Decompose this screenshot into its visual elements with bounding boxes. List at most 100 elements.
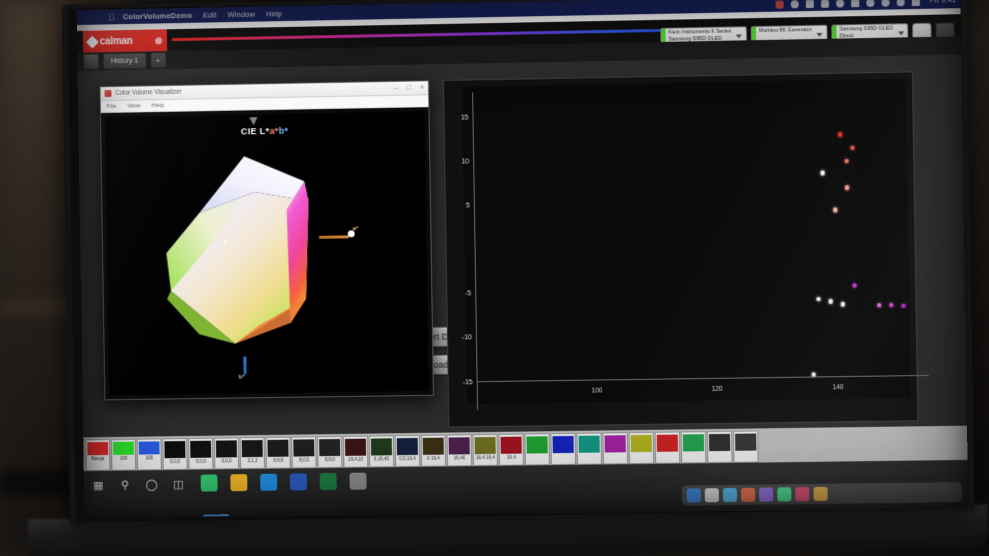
scatter-point [889, 303, 894, 308]
swatch-label: 100 [145, 455, 153, 460]
swatch-label: 16,4 16,4 [476, 454, 495, 459]
task-view-icon[interactable]: ◫ [172, 478, 185, 491]
status-record-icon[interactable] [775, 0, 783, 8]
swatch-cell[interactable] [655, 431, 681, 463]
tray-icon-7[interactable] [795, 487, 809, 501]
volume-icon[interactable] [821, 0, 829, 7]
circle-icon[interactable]: ◯ [145, 478, 158, 491]
tray-icon-3[interactable] [723, 488, 737, 502]
swatch-cell[interactable]: 0,16,40 [369, 435, 394, 467]
visualizer-title: Color Volume Visualizer [115, 89, 181, 97]
swatch-cell[interactable]: 8,8,0 [317, 436, 342, 468]
explorer-icon[interactable] [230, 474, 247, 491]
menu-item-edit[interactable]: Edit [203, 10, 217, 19]
y-tick-label: 15 [448, 114, 468, 121]
calman-icon[interactable] [349, 473, 366, 490]
swatch-cell[interactable]: 3,1,3 [240, 437, 265, 469]
swatch-cell[interactable] [733, 430, 759, 462]
windows-icon[interactable]: ▦ [92, 479, 105, 492]
calman-application: calman Klein Instruments K Series Samsung… [77, 8, 969, 519]
search-icon[interactable] [896, 0, 904, 6]
swatch-cell[interactable]: 16,40 [447, 434, 472, 466]
swatch-cell[interactable]: 0 16,4 [421, 435, 446, 467]
swatch-color [657, 434, 678, 451]
swatch-label: 8,8,0 [325, 457, 335, 462]
history-tab-1[interactable]: History 1 [103, 53, 146, 70]
swatch-color [578, 435, 599, 452]
search-icon[interactable]: ⚲ [118, 479, 131, 492]
y-axis [472, 92, 478, 410]
swatch-cell[interactable] [681, 431, 707, 463]
tray-icon-1[interactable] [687, 488, 701, 502]
swatch-color [500, 436, 521, 453]
wifi-icon[interactable] [866, 0, 874, 6]
swatch-control[interactable]: 100 [111, 439, 136, 471]
swatch-color [526, 436, 547, 453]
swatch-cell[interactable]: 0,0,0 [214, 437, 239, 469]
swatch-cell[interactable]: 16,4 [498, 434, 523, 466]
color-volume-solid [137, 147, 345, 355]
maximize-button[interactable]: □ [407, 85, 411, 92]
tray-icon-6[interactable] [777, 487, 791, 501]
swatch-cell[interactable] [550, 433, 576, 465]
battery-icon[interactable] [806, 0, 814, 8]
swatch-cell[interactable]: 0,8,8 [265, 437, 290, 469]
tray-icon-8[interactable] [813, 487, 827, 501]
swatch-cell[interactable]: 0,0,0 [162, 438, 187, 470]
control-center-icon[interactable] [881, 0, 889, 6]
x-axis [477, 375, 929, 382]
swatch-label: 100 [120, 455, 128, 460]
swatch-color [139, 441, 160, 454]
tray-icon-2[interactable] [705, 488, 719, 502]
swatch-label: 0,8,8 [273, 457, 283, 462]
scatter-point [816, 297, 821, 302]
swatch-cell[interactable]: 0,0,0 [188, 438, 213, 470]
swatch-color [164, 441, 185, 458]
edge-icon[interactable] [260, 474, 277, 491]
close-button[interactable]: × [420, 84, 424, 91]
swatch-color [709, 433, 730, 450]
tray-icon-4[interactable] [741, 488, 755, 502]
cloud-icon[interactable] [791, 0, 799, 8]
swatch-color [113, 441, 134, 454]
paint-3d-icon[interactable] [201, 474, 218, 491]
add-tab-button[interactable]: + [150, 52, 166, 68]
siri-icon[interactable] [912, 0, 920, 6]
excel-icon[interactable] [320, 473, 337, 490]
swatch-color [449, 437, 470, 454]
swatch-cell[interactable] [576, 433, 602, 465]
swatch-color [683, 434, 704, 451]
swatch-cell[interactable]: 16,4,10 [343, 436, 368, 468]
swatch-cell[interactable] [602, 432, 628, 464]
menu-app-name[interactable]: ColorVolumeDemo [123, 11, 192, 21]
word-icon[interactable] [290, 473, 307, 490]
y-tick-label: -10 [452, 335, 472, 342]
calman-tab[interactable]: calman [83, 29, 167, 52]
tray-icon-5[interactable] [759, 487, 773, 501]
menu-file[interactable]: File [107, 103, 117, 110]
bluetooth-icon[interactable] [836, 0, 844, 7]
swatch-cell[interactable]: 8,0,5 [291, 436, 316, 468]
swatch-cell[interactable] [629, 432, 655, 464]
y-tick-label: -15 [453, 379, 473, 386]
swatch-cell[interactable] [707, 431, 733, 463]
menu-item-help[interactable]: Help [266, 9, 282, 18]
close-icon[interactable] [155, 37, 162, 44]
swatch-control[interactable]: 100 [137, 438, 162, 470]
visualizer-3d-canvas[interactable]: CIE L*a*b* a* b* [105, 111, 429, 395]
minimize-button[interactable]: – [394, 85, 398, 92]
menu-view[interactable]: View [127, 102, 140, 109]
swatch-cell[interactable]: 16,4 16,4 [472, 434, 497, 466]
swatch-cell[interactable] [524, 433, 550, 465]
menu-item-window[interactable]: Window [227, 10, 255, 19]
b-axis-line [243, 357, 246, 375]
swatch-cell[interactable]: 0,0,16,4 [395, 435, 420, 467]
display-icon[interactable] [851, 0, 859, 7]
color-volume-visualizer-window[interactable]: Color Volume Visualizer – □ × File View … [99, 80, 433, 400]
menu-help[interactable]: Help [151, 102, 164, 109]
history-icon[interactable] [83, 53, 99, 69]
x-tick-label: 120 [712, 386, 723, 393]
swatch-control[interactable]: Range [85, 439, 110, 471]
swatch-label: 16,4 [507, 454, 516, 459]
apple-icon[interactable]:  [108, 12, 115, 22]
